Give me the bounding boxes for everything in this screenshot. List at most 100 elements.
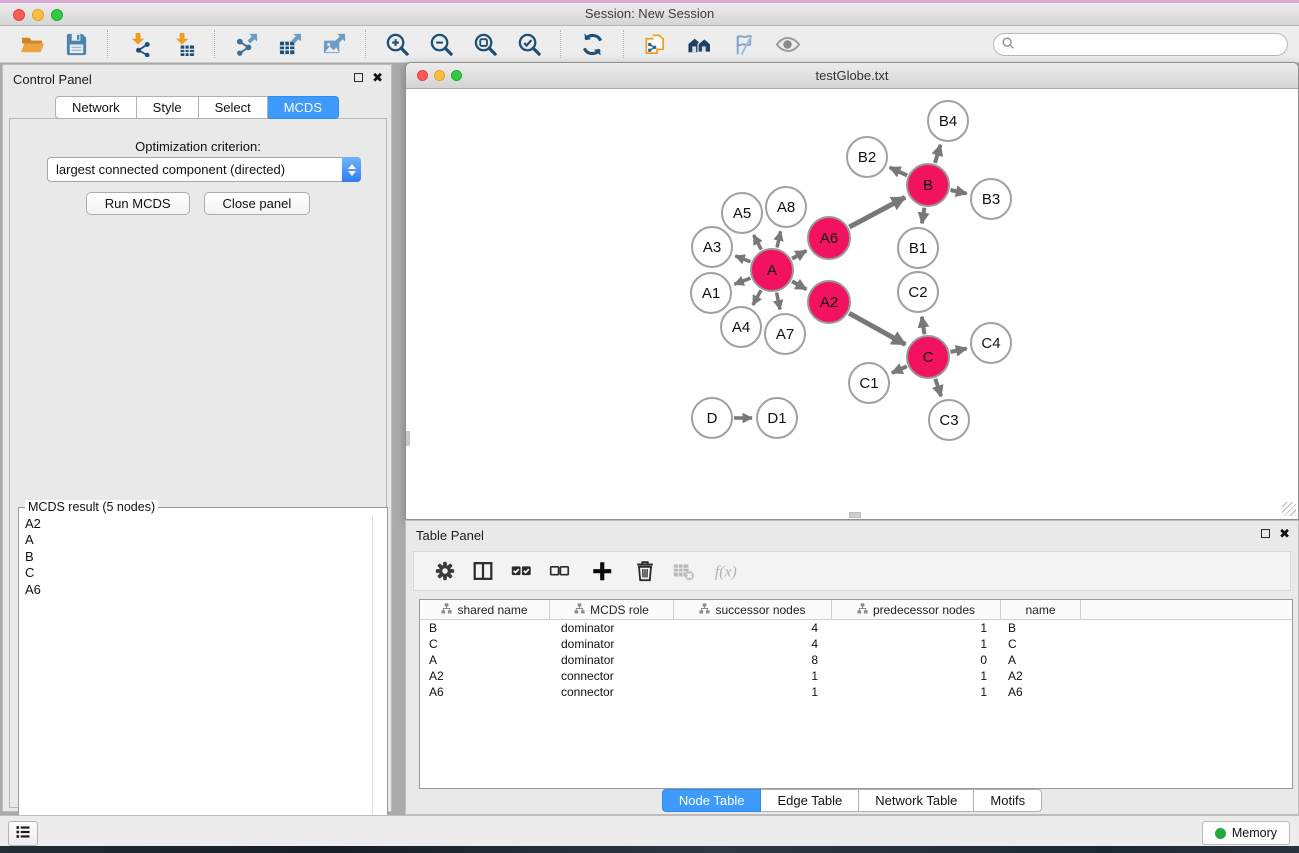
tab-style[interactable]: Style <box>137 96 199 119</box>
table-row[interactable]: A6connector11A6 <box>420 684 1292 700</box>
memory-button[interactable]: Memory <box>1202 821 1290 845</box>
search-input[interactable] <box>1019 36 1287 54</box>
graph-node-A[interactable]: A <box>750 248 794 292</box>
graph-node-D1[interactable]: D1 <box>756 397 798 439</box>
splitter-grip[interactable] <box>849 512 861 518</box>
window-resize-grip[interactable] <box>1282 502 1296 516</box>
trash-icon[interactable] <box>630 556 660 586</box>
graph-node-A3[interactable]: A3 <box>691 226 733 268</box>
graph-node-A2[interactable]: A2 <box>807 280 851 324</box>
tab-edge-table[interactable]: Edge Table <box>761 789 859 812</box>
column-header-predecessor-nodes[interactable]: predecessor nodes <box>832 600 1001 619</box>
graph-node-B2[interactable]: B2 <box>846 136 888 178</box>
table-row[interactable]: Cdominator41C <box>420 636 1292 652</box>
mcds-result-item[interactable]: B <box>20 549 372 565</box>
table-row[interactable]: Adominator80A <box>420 652 1292 668</box>
cell-MCDS-role[interactable]: dominator <box>550 637 674 651</box>
add-icon[interactable] <box>582 556 622 586</box>
cell-MCDS-role[interactable]: dominator <box>550 621 674 635</box>
export-table-icon[interactable] <box>276 30 304 58</box>
graph-node-A8[interactable]: A8 <box>765 186 807 228</box>
zoom-fit-icon[interactable] <box>471 30 499 58</box>
run-mcds-button[interactable]: Run MCDS <box>86 192 190 215</box>
cell-shared-name[interactable]: A <box>420 653 550 667</box>
tab-select[interactable]: Select <box>199 96 268 119</box>
cell-shared-name[interactable]: A2 <box>420 669 550 683</box>
table-row[interactable]: Bdominator41B <box>420 620 1292 636</box>
cell-successor-nodes[interactable]: 4 <box>674 637 832 651</box>
cell-name[interactable]: C <box>1001 637 1081 651</box>
mcds-result-item[interactable]: A2 <box>20 516 372 532</box>
graph-node-C1[interactable]: C1 <box>848 362 890 404</box>
graph-node-C3[interactable]: C3 <box>928 399 970 441</box>
split-column-icon[interactable] <box>468 556 498 586</box>
table-row[interactable]: A2connector11A2 <box>420 668 1292 684</box>
column-header-shared-name[interactable]: shared name <box>420 600 550 619</box>
flag-icon[interactable] <box>729 30 757 58</box>
cell-predecessor-nodes[interactable]: 1 <box>832 621 1001 635</box>
graph-node-B[interactable]: B <box>906 163 950 207</box>
import-network-icon[interactable] <box>125 30 153 58</box>
task-history-button[interactable] <box>8 821 38 846</box>
select-all-icon[interactable] <box>506 556 536 586</box>
graph-node-C[interactable]: C <box>906 335 950 379</box>
graph-node-C4[interactable]: C4 <box>970 322 1012 364</box>
column-header-name[interactable]: name <box>1001 600 1081 619</box>
home-icon[interactable] <box>685 30 713 58</box>
zoom-selected-icon[interactable] <box>515 30 543 58</box>
graph-node-B1[interactable]: B1 <box>897 227 939 269</box>
close-panel-icon[interactable]: ✖ <box>372 72 383 83</box>
cell-shared-name[interactable]: B <box>420 621 550 635</box>
column-header-successor-nodes[interactable]: successor nodes <box>674 600 832 619</box>
graph-node-B3[interactable]: B3 <box>970 178 1012 220</box>
cell-MCDS-role[interactable]: connector <box>550 669 674 683</box>
deselect-all-icon[interactable] <box>544 556 574 586</box>
list-scrollbar[interactable] <box>372 516 373 853</box>
cell-MCDS-role[interactable]: dominator <box>550 653 674 667</box>
cell-name[interactable]: B <box>1001 621 1081 635</box>
cell-shared-name[interactable]: A6 <box>420 685 550 699</box>
cell-predecessor-nodes[interactable]: 1 <box>832 685 1001 699</box>
optimization-criterion-select[interactable]: largest connected component (directed) <box>47 157 361 182</box>
network-canvas[interactable]: B4B2BB3A8A5A6A3B1AC2A1A2A4A7C4CC1DD1C3 <box>406 89 1298 518</box>
network-window-titlebar[interactable]: testGlobe.txt <box>406 63 1298 89</box>
graph-node-A6[interactable]: A6 <box>807 216 851 260</box>
close-panel-button[interactable]: Close panel <box>204 192 311 215</box>
import-table-icon[interactable] <box>169 30 197 58</box>
graph-node-C2[interactable]: C2 <box>897 271 939 313</box>
refresh-icon[interactable] <box>578 30 606 58</box>
cell-successor-nodes[interactable]: 1 <box>674 685 832 699</box>
cell-successor-nodes[interactable]: 4 <box>674 621 832 635</box>
close-table-panel-icon[interactable]: ✖ <box>1279 528 1290 539</box>
graph-node-A7[interactable]: A7 <box>764 313 806 355</box>
graph-node-A1[interactable]: A1 <box>690 272 732 314</box>
cell-predecessor-nodes[interactable]: 1 <box>832 669 1001 683</box>
cell-successor-nodes[interactable]: 1 <box>674 669 832 683</box>
tab-network-table[interactable]: Network Table <box>859 789 974 812</box>
tab-mcds[interactable]: MCDS <box>268 96 339 119</box>
graph-node-A5[interactable]: A5 <box>721 192 763 234</box>
column-header-MCDS-role[interactable]: MCDS role <box>550 600 674 619</box>
mcds-result-item[interactable]: A6 <box>20 582 372 598</box>
cell-successor-nodes[interactable]: 8 <box>674 653 832 667</box>
tab-motifs[interactable]: Motifs <box>974 789 1042 812</box>
tab-network[interactable]: Network <box>55 96 137 119</box>
cell-MCDS-role[interactable]: connector <box>550 685 674 699</box>
graph-node-D[interactable]: D <box>691 397 733 439</box>
zoom-in-icon[interactable] <box>383 30 411 58</box>
gear-icon[interactable] <box>430 556 460 586</box>
export-image-icon[interactable] <box>320 30 348 58</box>
mcds-result-item[interactable]: C <box>20 565 372 581</box>
cell-name[interactable]: A2 <box>1001 669 1081 683</box>
duplicate-network-icon[interactable] <box>641 30 669 58</box>
cell-name[interactable]: A6 <box>1001 685 1081 699</box>
tab-node-table[interactable]: Node Table <box>662 789 762 812</box>
cell-predecessor-nodes[interactable]: 1 <box>832 637 1001 651</box>
export-network-icon[interactable] <box>232 30 260 58</box>
open-folder-icon[interactable] <box>18 30 46 58</box>
graph-node-B4[interactable]: B4 <box>927 100 969 142</box>
cell-shared-name[interactable]: C <box>420 637 550 651</box>
zoom-out-icon[interactable] <box>427 30 455 58</box>
cell-name[interactable]: A <box>1001 653 1081 667</box>
float-panel-icon[interactable] <box>354 73 363 82</box>
